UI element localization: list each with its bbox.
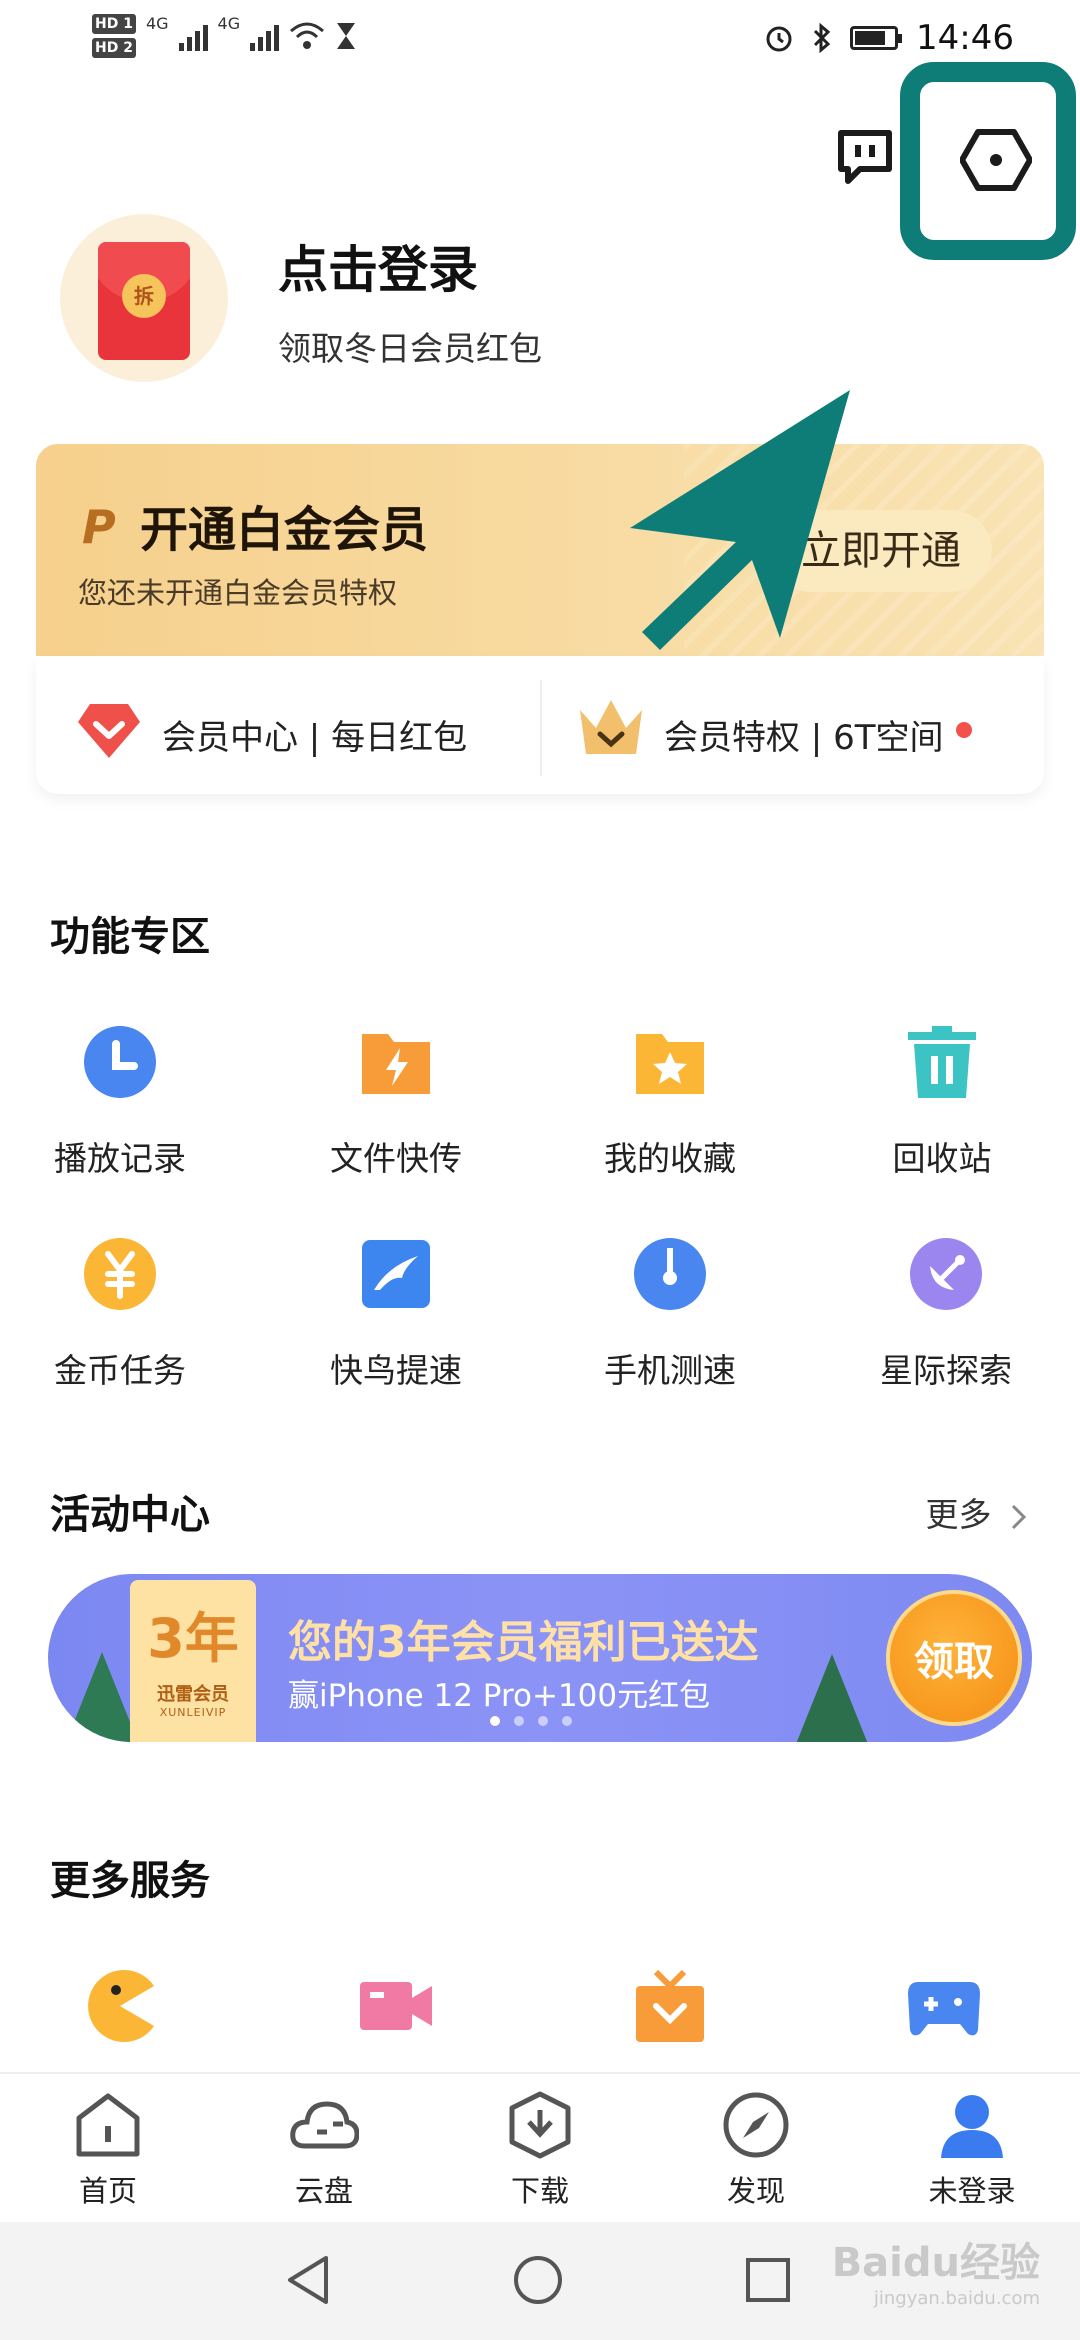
features-title: 功能专区 (50, 914, 210, 960)
gamepad-icon[interactable] (906, 1968, 982, 2044)
nav-home[interactable]: 首页 (18, 2090, 198, 2210)
vip-privilege-link[interactable]: 会员特权 | 6T空间 (664, 710, 943, 759)
coin-icon (84, 1238, 156, 1310)
red-envelope-icon: 拆 (98, 242, 190, 360)
login-subtitle: 领取冬日会员红包 (278, 329, 542, 368)
compass-icon (723, 2092, 789, 2158)
vip-center-link[interactable]: 会员中心 | 每日红包 (162, 710, 467, 759)
chevron-right-icon (1011, 1504, 1027, 1529)
nav-discover[interactable]: 发现 (666, 2090, 846, 2210)
bluetooth-icon (813, 22, 831, 54)
feature-label: 播放记录 (54, 1139, 186, 1178)
nav-label: 发现 (726, 2174, 785, 2208)
nav-cloud[interactable]: 云盘 (234, 2090, 414, 2210)
hourglass-icon (337, 23, 356, 49)
feature-recycle-bin[interactable]: 回收站 (842, 1024, 1042, 1180)
services-title: 更多服务 (50, 1858, 210, 1904)
home-icon (76, 2093, 140, 2157)
video-camera-icon[interactable] (358, 1968, 434, 2044)
star-folder-icon (636, 1034, 704, 1094)
user-icon (941, 2095, 1003, 2158)
activity-more-link[interactable]: 更多 (926, 1488, 1029, 1536)
cloud-icon (290, 2101, 360, 2149)
status-right: 14:46 (764, 18, 1014, 58)
signal1-icon (178, 21, 208, 51)
more-label: 更多 (925, 1495, 992, 1534)
banner-title: 您的3年会员福利已送达 (288, 1617, 759, 1668)
trash-icon (908, 1026, 976, 1098)
recents-icon[interactable] (744, 2256, 792, 2304)
gift-box-icon[interactable] (632, 1968, 708, 2044)
nav-download[interactable]: 下载 (450, 2090, 630, 2210)
feature-speedup[interactable]: 快鸟提速 (296, 1236, 496, 1392)
activity-title: 活动中心 (50, 1492, 210, 1538)
feature-label: 星际探索 (880, 1351, 1012, 1390)
banner-claim-button[interactable]: 领取 (886, 1590, 1022, 1726)
bolt-folder-icon (362, 1034, 430, 1094)
diamond-heart-icon (78, 704, 140, 758)
vip-subtitle: 您还未开通白金会员特权 (78, 576, 398, 610)
clock-icon (84, 1026, 156, 1098)
notification-dot (956, 722, 972, 738)
feature-label: 我的收藏 (604, 1139, 736, 1178)
tree-icon (66, 1652, 138, 1742)
nav-label: 云盘 (294, 2174, 353, 2208)
feature-label: 金币任务 (54, 1351, 186, 1390)
feature-play-history[interactable]: 播放记录 (20, 1024, 220, 1180)
feature-speed-test[interactable]: 手机测速 (570, 1236, 770, 1392)
feature-label: 快鸟提速 (330, 1351, 462, 1390)
banner-subtitle: 赢iPhone 12 Pro+100元红包 (288, 1678, 711, 1714)
feature-space-explore[interactable]: 星际探索 (846, 1236, 1046, 1392)
feature-file-transfer[interactable]: 文件快传 (296, 1024, 496, 1180)
nav-profile[interactable]: 未登录 (882, 2090, 1062, 2210)
login-title[interactable]: 点击登录 (278, 230, 478, 302)
message-icon[interactable] (836, 128, 894, 186)
back-icon[interactable] (284, 2254, 332, 2306)
sim-indicators: HD 1 HD 2 (92, 14, 136, 58)
signal2-icon (250, 21, 280, 51)
sim2-badge: HD 2 (92, 38, 136, 58)
bird-icon (362, 1240, 430, 1308)
banner-year-badge: 3年 迅雷会员 XUNLEIVIP (130, 1580, 256, 1742)
download-icon (509, 2091, 571, 2159)
feature-favorites[interactable]: 我的收藏 (570, 1024, 770, 1180)
battery-icon (850, 26, 903, 50)
speed-icon (634, 1238, 706, 1310)
sim1-badge: HD 1 (92, 14, 136, 34)
home-circle-icon[interactable] (512, 2254, 564, 2306)
banner-pager (490, 1716, 572, 1726)
net2-label: 4G (217, 14, 241, 33)
annotation-arrow (630, 390, 850, 650)
crown-icon (580, 700, 642, 754)
alarm-icon (766, 26, 792, 52)
watermark: Baidu经验 jingyan.baidu.com (831, 2240, 1040, 2309)
feature-label: 手机测速 (604, 1351, 736, 1390)
status-time: 14:46 (916, 18, 1014, 58)
net1-label: 4G (145, 14, 169, 33)
satellite-icon (910, 1238, 982, 1310)
vip-logo-icon: P (82, 500, 116, 554)
vip-title: 开通白金会员 (140, 502, 429, 558)
status-left: HD 1 HD 2 4G 4G (92, 14, 357, 58)
nav-label: 首页 (78, 2174, 137, 2208)
pacman-icon[interactable] (82, 1968, 158, 2044)
tree-icon (796, 1654, 868, 1742)
feature-coin-tasks[interactable]: 金币任务 (20, 1236, 220, 1392)
nav-label: 下载 (510, 2174, 569, 2208)
vip-links-divider (540, 680, 542, 776)
feature-label: 回收站 (892, 1139, 992, 1178)
nav-label: 未登录 (928, 2174, 1016, 2208)
settings-hexagon-icon[interactable] (960, 124, 1032, 196)
feature-label: 文件快传 (330, 1139, 462, 1178)
wifi-icon (290, 22, 325, 49)
